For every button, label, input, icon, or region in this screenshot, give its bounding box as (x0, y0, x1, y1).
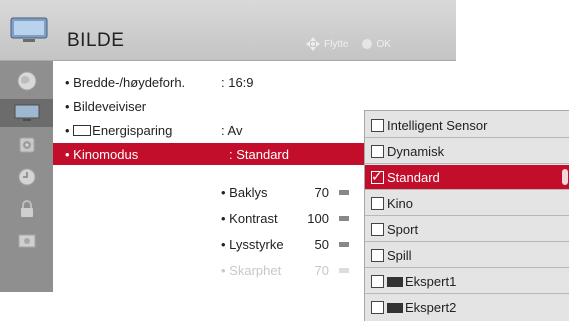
option-intelligent-sensor[interactable]: Intelligent Sensor (365, 113, 569, 138)
sidebar-item-globe[interactable] (0, 67, 53, 95)
option-label-group: Ekspert1 (387, 274, 456, 289)
clock-icon (18, 168, 35, 186)
checkbox[interactable] (371, 249, 384, 262)
move-arrows-icon (306, 37, 320, 51)
lock-icon (20, 200, 33, 217)
globe-icon (17, 71, 36, 91)
setting-value: 70 (314, 263, 329, 278)
setting-slider[interactable] (339, 242, 349, 247)
tv-icon (10, 17, 48, 42)
menu-item-cinema-mode[interactable]: • Kinomodus : Standard (53, 143, 365, 165)
option-label: Sport (387, 222, 419, 237)
option-label: Dynamisk (387, 144, 445, 159)
checkbox[interactable] (371, 301, 384, 314)
checkmark-icon: ✓ (371, 168, 383, 184)
menu-item-value: : Standard (229, 147, 289, 162)
option-label: Ekspert2 (405, 300, 457, 315)
setting-label: • Baklys (221, 185, 268, 200)
setting-value: 50 (314, 237, 329, 252)
menu-item-label: • Bredde-/høydeforh. (65, 75, 186, 90)
setting-label: • Lysstyrke (221, 237, 284, 252)
hint-move-label: Flytte (324, 38, 349, 50)
setting-label: • Kontrast (221, 211, 278, 226)
checkbox[interactable] (371, 197, 384, 210)
scroll-indicator-icon[interactable] (562, 169, 568, 185)
menu-item-value: : 16:9 (221, 75, 254, 90)
menu-header: BILDE Flytte OK (0, 0, 456, 61)
option-game[interactable]: Spill (365, 243, 569, 268)
setting-slider[interactable] (339, 216, 349, 221)
checkbox[interactable] (371, 275, 384, 288)
eco-icon (73, 125, 92, 136)
navigation-hint: Flytte OK (306, 37, 391, 51)
expert-icon (387, 303, 403, 313)
option-cinema[interactable]: Kino (365, 191, 569, 216)
option-label: Kino (387, 196, 414, 211)
menu-item-value: : Av (221, 123, 243, 138)
sidebar-item-picture[interactable] (0, 99, 53, 127)
sidebar-item-time[interactable] (0, 163, 53, 191)
option-label-group: Ekspert2 (387, 300, 456, 315)
checkbox[interactable] (371, 119, 384, 132)
setting-value: 100 (307, 211, 329, 226)
picture-icon (14, 104, 39, 121)
bullet: • (65, 123, 74, 138)
ok-button-icon (362, 39, 373, 49)
option-sport[interactable]: Sport (365, 217, 569, 242)
menu-item-label: • Bildeveiviser (65, 99, 147, 114)
page-title: BILDE (67, 30, 125, 51)
cinema-mode-dropdown: Intelligent Sensor Dynamisk ✓ Standard K… (364, 110, 569, 321)
expert-icon (387, 277, 403, 287)
option-dynamic[interactable]: Dynamisk (365, 139, 569, 164)
option-icon (18, 234, 35, 248)
option-label: Intelligent Sensor (387, 118, 488, 133)
option-standard[interactable]: ✓ Standard (365, 165, 569, 190)
menu-item-label: • Kinomodus (65, 147, 139, 162)
setting-slider[interactable] (339, 268, 349, 273)
menu-item-label-group: • Energisparing (65, 123, 172, 138)
sidebar-item-audio[interactable] (0, 131, 53, 159)
option-expert2[interactable]: Ekspert2 (365, 295, 569, 319)
setting-label: • Skarphet (221, 263, 282, 278)
sidebar-item-option[interactable] (0, 227, 53, 255)
setting-slider[interactable] (339, 190, 349, 195)
checkbox[interactable] (371, 145, 384, 158)
sidebar (0, 61, 53, 292)
menu-item-label: Energisparing (92, 123, 173, 138)
option-label: Standard (387, 170, 440, 185)
checkbox[interactable] (371, 223, 384, 236)
hint-ok-label: OK (376, 38, 391, 50)
option-expert1[interactable]: Ekspert1 (365, 269, 569, 294)
setting-value: 70 (314, 185, 329, 200)
sidebar-item-lock[interactable] (0, 195, 53, 223)
menu-item-aspect-ratio[interactable]: • Bredde-/høydeforh. : 16:9 (53, 71, 456, 93)
option-label: Spill (387, 248, 412, 263)
speaker-icon (19, 137, 34, 153)
option-label: Ekspert1 (405, 274, 457, 289)
